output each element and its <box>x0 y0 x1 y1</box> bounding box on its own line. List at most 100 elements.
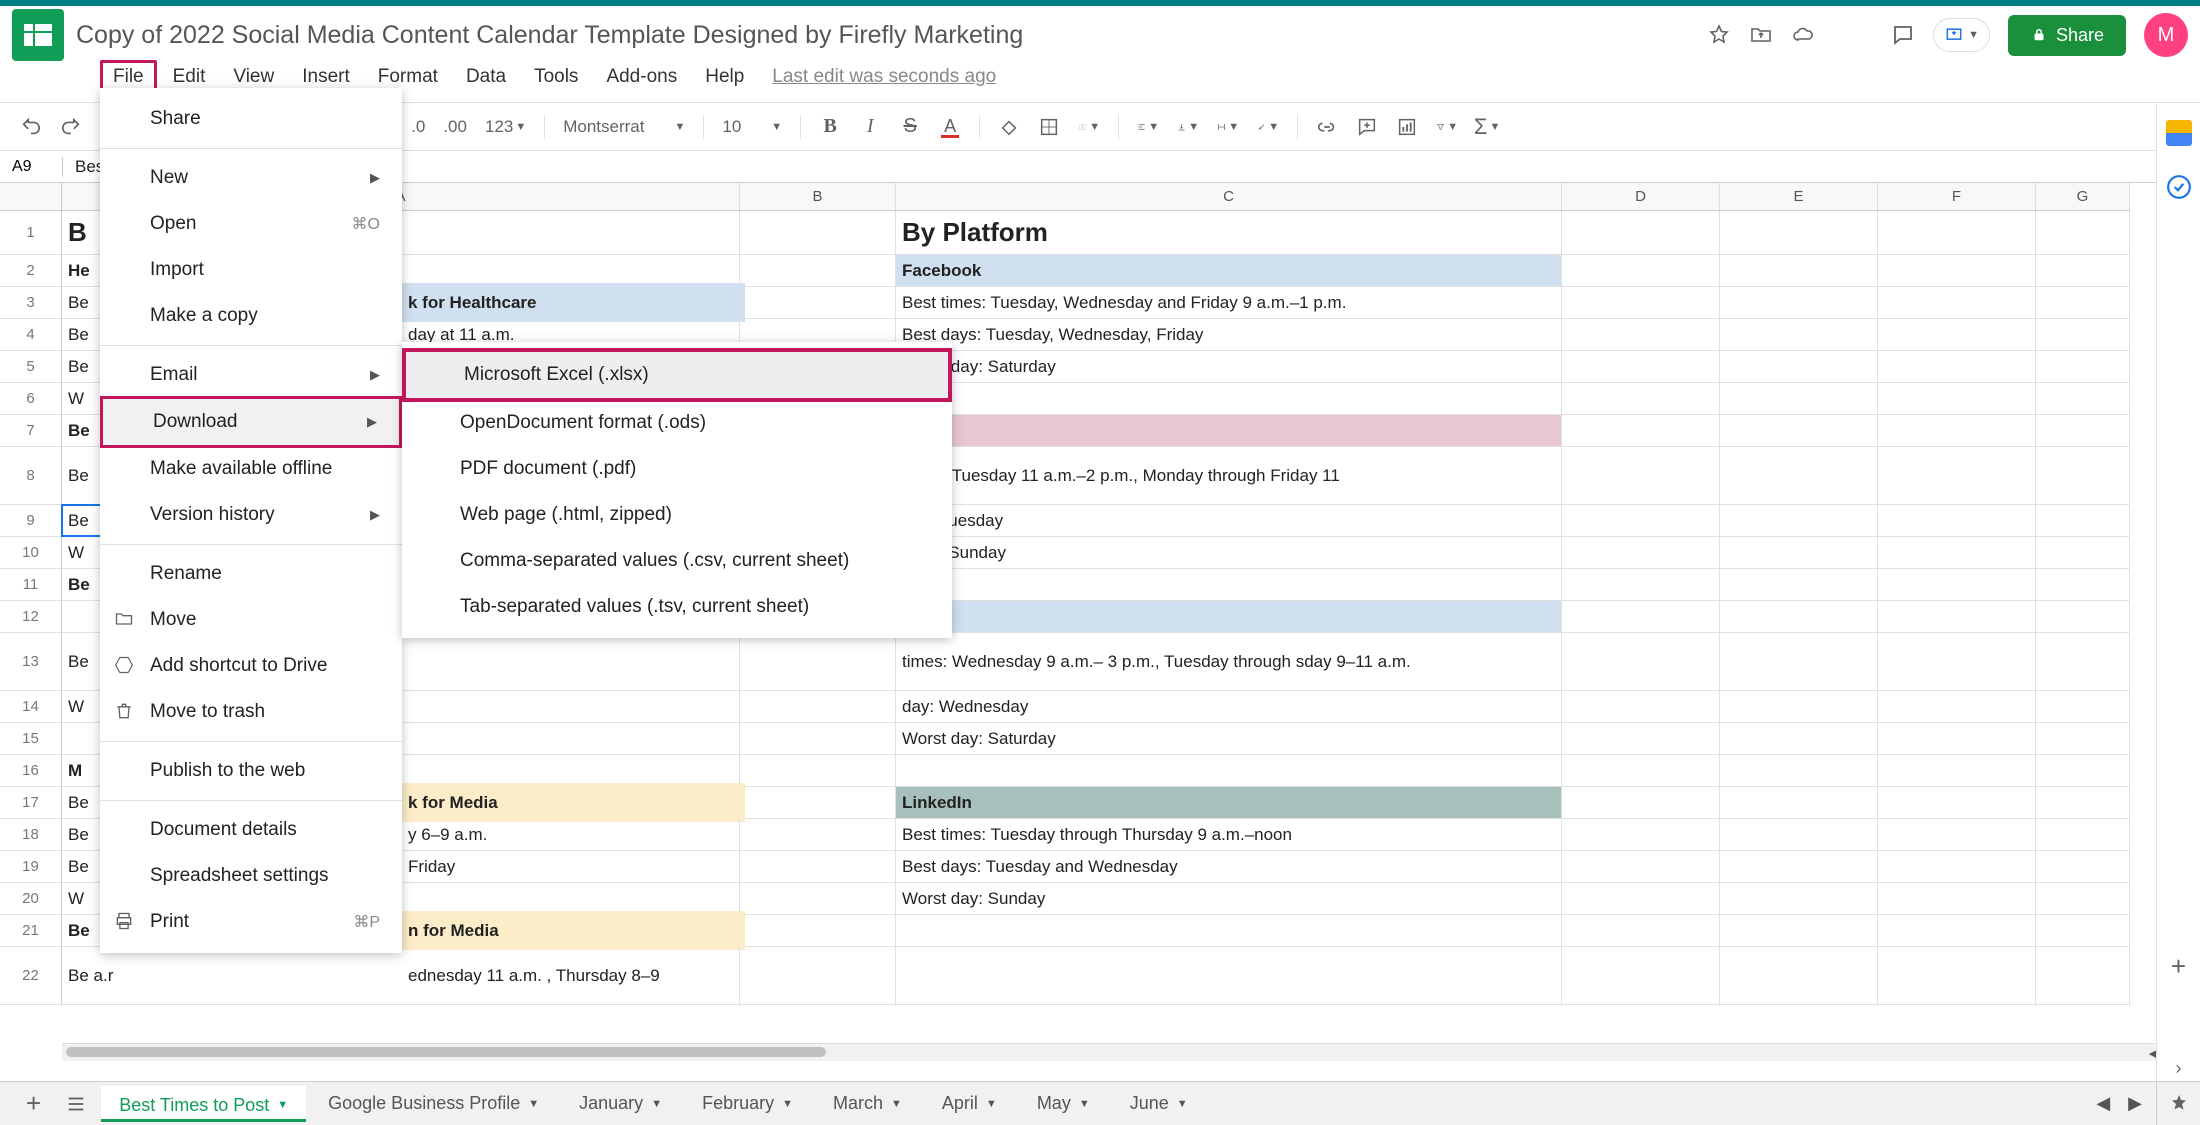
cell[interactable] <box>896 915 1562 946</box>
row-header[interactable]: 4 <box>0 319 62 350</box>
cell[interactable] <box>1878 691 2036 722</box>
share-button[interactable]: Share <box>2008 15 2126 56</box>
cell[interactable] <box>1878 255 2036 286</box>
cell[interactable]: ter <box>896 601 1562 632</box>
undo-button[interactable] <box>20 116 42 138</box>
tab-nav-left-icon[interactable]: ◀ <box>2096 1093 2110 1114</box>
col-header-e[interactable]: E <box>1720 183 1878 210</box>
cell[interactable] <box>1720 415 1878 446</box>
vertical-align-button[interactable]: ▼ <box>1177 116 1199 138</box>
cell[interactable] <box>1720 819 1878 850</box>
menu-item-new[interactable]: New▶ <box>100 155 402 201</box>
row-header[interactable]: 20 <box>0 883 62 914</box>
menu-item-rename[interactable]: Rename <box>100 551 402 597</box>
row-header[interactable]: 15 <box>0 723 62 754</box>
row-header[interactable]: 1 <box>0 211 62 254</box>
cell[interactable] <box>896 755 1562 786</box>
cell[interactable]: Best days: Tuesday, Wednesday, Friday <box>896 319 1562 350</box>
cell[interactable] <box>1562 383 1720 414</box>
cell[interactable] <box>1878 601 2036 632</box>
text-wrap-button[interactable]: ▼ <box>1217 116 1239 138</box>
horizontal-scroll-thumb[interactable] <box>66 1047 826 1057</box>
row-header[interactable]: 7 <box>0 415 62 446</box>
sheet-tab[interactable]: March▼ <box>815 1087 920 1120</box>
cell[interactable] <box>740 851 896 882</box>
cell[interactable] <box>1720 755 1878 786</box>
menu-help[interactable]: Help <box>693 60 756 94</box>
cell[interactable] <box>1562 351 1720 382</box>
tab-nav-right-icon[interactable]: ▶ <box>2128 1093 2142 1114</box>
row-header[interactable]: 16 <box>0 755 62 786</box>
cell[interactable]: By Platform <box>896 211 1562 254</box>
cell[interactable] <box>2036 255 2130 286</box>
cell[interactable]: LinkedIn <box>896 787 1562 818</box>
cell[interactable] <box>1720 915 1878 946</box>
cell[interactable] <box>740 947 896 1004</box>
cell[interactable]: Worst day: Saturday <box>896 723 1562 754</box>
cell[interactable] <box>740 287 896 318</box>
menu-item-email[interactable]: Email▶ <box>100 352 402 398</box>
document-title[interactable]: Copy of 2022 Social Media Content Calend… <box>76 21 1023 50</box>
menu-item-publish-to-web[interactable]: Publish to the web <box>100 748 402 794</box>
explore-button[interactable] <box>2156 1081 2200 1125</box>
cell[interactable] <box>1720 383 1878 414</box>
cell[interactable]: Best times: Tuesday, Wednesday and Frida… <box>896 287 1562 318</box>
horizontal-scrollbar[interactable]: ◀ ▶ <box>62 1043 2182 1061</box>
cell[interactable] <box>1878 211 2036 254</box>
cell[interactable]: day: Tuesday <box>896 505 1562 536</box>
cell[interactable] <box>1720 883 1878 914</box>
cell[interactable] <box>2036 383 2130 414</box>
sheet-tab[interactable]: June▼ <box>1112 1087 1206 1120</box>
strikethrough-button[interactable]: S <box>899 116 921 138</box>
cell[interactable] <box>1878 287 2036 318</box>
menu-item-print[interactable]: Print⌘P <box>100 899 402 945</box>
cell[interactable] <box>1562 633 1720 690</box>
row-header[interactable]: 22 <box>0 947 62 1004</box>
menu-item-spreadsheet-settings[interactable]: Spreadsheet settings <box>100 853 402 899</box>
format-dec00[interactable]: .00 <box>443 117 467 137</box>
cell[interactable] <box>1562 255 1720 286</box>
col-header-d[interactable]: D <box>1562 183 1720 210</box>
cell[interactable]: Best times: Tuesday through Thursday 9 a… <box>896 819 1562 850</box>
sheet-tab[interactable]: February▼ <box>684 1087 811 1120</box>
cell[interactable] <box>1878 351 2036 382</box>
cell[interactable] <box>1878 947 2036 1004</box>
sheet-tab[interactable]: January▼ <box>561 1087 680 1120</box>
cell[interactable] <box>2036 851 2130 882</box>
sheets-logo[interactable] <box>12 9 64 61</box>
cell[interactable] <box>2036 819 2130 850</box>
cell[interactable] <box>1562 787 1720 818</box>
cell[interactable] <box>740 691 896 722</box>
cell[interactable] <box>2036 755 2130 786</box>
menu-item-import[interactable]: Import <box>100 247 402 293</box>
sheet-tab-active[interactable]: Best Times to Post▼ <box>101 1086 306 1122</box>
horizontal-align-button[interactable]: ▼ <box>1137 116 1159 138</box>
cell[interactable] <box>896 947 1562 1004</box>
menu-item-open[interactable]: Open⌘O <box>100 201 402 247</box>
submenu-item-html[interactable]: Web page (.html, zipped) <box>402 492 952 538</box>
row-header[interactable]: 8 <box>0 447 62 504</box>
menu-item-move-to-trash[interactable]: Move to trash <box>100 689 402 735</box>
italic-button[interactable]: I <box>859 116 881 138</box>
cell[interactable] <box>1720 787 1878 818</box>
cell[interactable] <box>1562 851 1720 882</box>
cell[interactable] <box>2036 505 2130 536</box>
cell[interactable] <box>1878 755 2036 786</box>
comment-history-icon[interactable] <box>1891 23 1915 47</box>
cell[interactable]: Be a.rednesday 11 a.m. , Thursday 8–9 <box>62 947 740 1004</box>
cell[interactable] <box>1878 319 2036 350</box>
row-header[interactable]: 6 <box>0 383 62 414</box>
cell[interactable] <box>1720 947 1878 1004</box>
cell[interactable] <box>1562 211 1720 254</box>
cloud-status-icon[interactable] <box>1791 23 1815 47</box>
row-header[interactable]: 3 <box>0 287 62 318</box>
submenu-item-ods[interactable]: OpenDocument format (.ods) <box>402 400 952 446</box>
text-color-button[interactable]: A <box>939 116 961 138</box>
cell[interactable] <box>1878 883 2036 914</box>
cell[interactable] <box>1878 505 2036 536</box>
cell[interactable] <box>1720 691 1878 722</box>
row-header[interactable]: 14 <box>0 691 62 722</box>
merge-cells-button[interactable]: ▼ <box>1078 116 1100 138</box>
sheet-tab[interactable]: May▼ <box>1019 1087 1108 1120</box>
present-button[interactable]: ▼ <box>1933 18 1990 52</box>
